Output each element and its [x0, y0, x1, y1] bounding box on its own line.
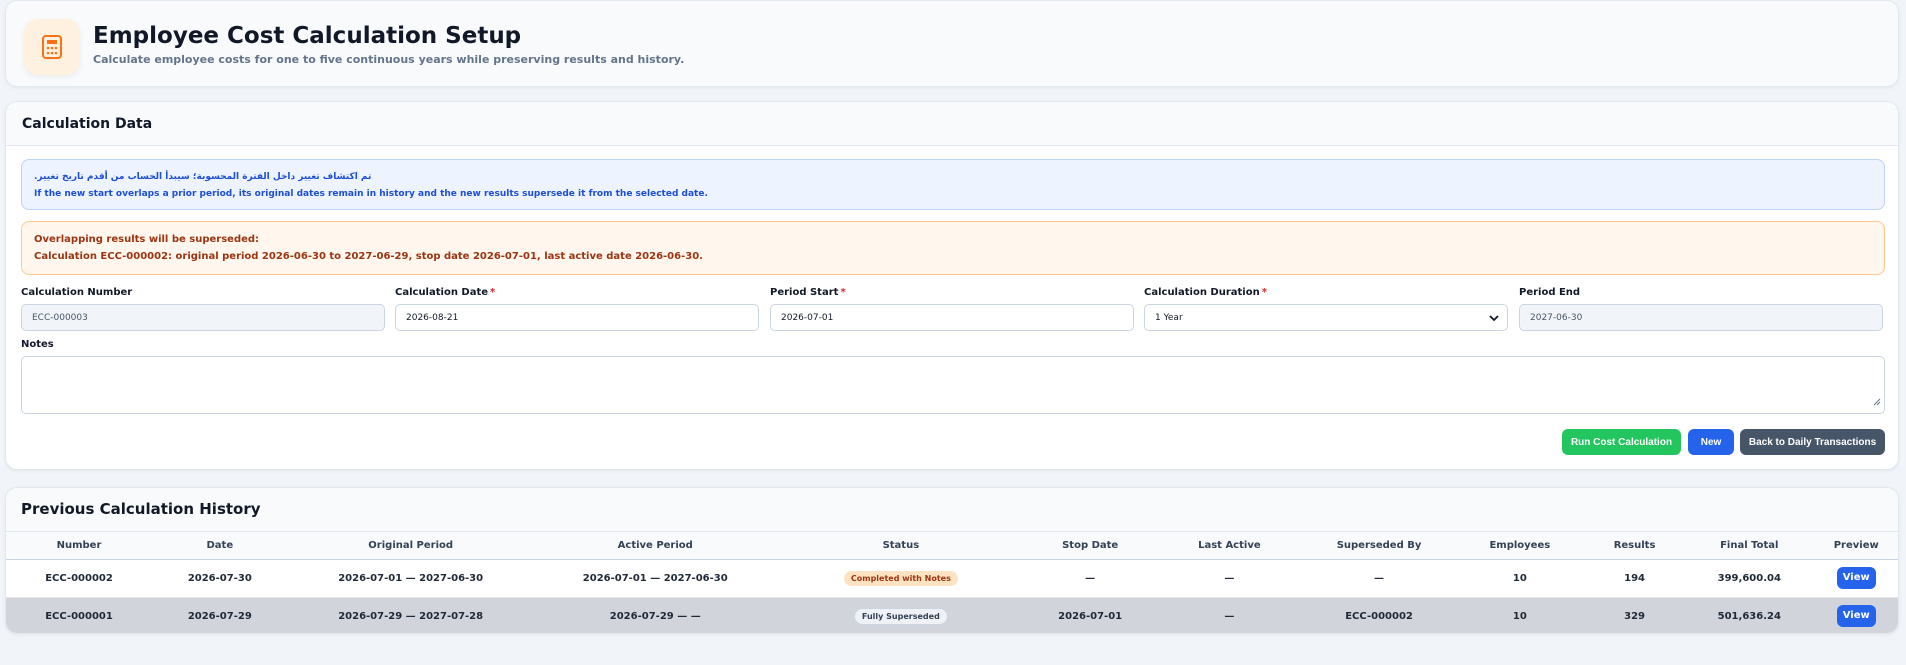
warning-detail: Calculation ECC-000002: original period … [34, 251, 703, 262]
cell-superseded-by: — [1303, 559, 1455, 598]
column-header: Date [152, 532, 288, 560]
view-button[interactable]: View [1836, 567, 1876, 589]
cell-results: 329 [1585, 597, 1685, 633]
info-line-english: If the new start overlaps a prior period… [34, 189, 708, 199]
calculation-duration-select[interactable]: 1 Year [1144, 304, 1508, 331]
required-mark: * [1261, 287, 1267, 298]
table-row: ECC-000002 2026-07-30 2026-07-01 — 2027-… [6, 559, 1898, 598]
warning-title: Overlapping results will be superseded: [34, 234, 260, 245]
calculation-number-value: ECC-000003 [32, 312, 88, 323]
column-header: Final Total [1684, 532, 1815, 560]
section-title: Calculation Data [22, 116, 153, 132]
status-badge: Fully Superseded [853, 607, 948, 625]
column-header: Status [776, 532, 1025, 560]
cell-superseded-by: ECC-000002 [1303, 597, 1455, 633]
page-header: Employee Cost Calculation Setup Calculat… [5, 0, 1899, 87]
period-start-field[interactable]: 2026-07-01 [770, 304, 1134, 331]
cell-last-active: — [1155, 559, 1304, 598]
page-title: Employee Cost Calculation Setup [93, 23, 522, 49]
column-header: Stop Date [1024, 532, 1156, 560]
cell-number: ECC-000001 [6, 597, 153, 633]
calculation-duration-label: Calculation Duration * [1144, 287, 1267, 298]
new-button[interactable]: New [1688, 429, 1734, 455]
page-subtitle: Calculate employee costs for one to five… [93, 53, 685, 66]
info-line-arabic: تم اكتشاف تغيير داخل الفترة المحسوبة؛ سي… [34, 172, 372, 182]
column-header: Results [1585, 532, 1685, 560]
calculation-number-field[interactable]: ECC-000003 [21, 304, 385, 331]
history-card: Previous Calculation History Number Date… [5, 487, 1899, 634]
period-start-label: Period Start * [770, 287, 846, 298]
history-table: Number Date Original Period Active Perio… [6, 532, 1898, 633]
cell-status: Completed with Notes [776, 559, 1025, 598]
cell-active-period: 2026-07-29 — — [533, 597, 777, 633]
period-end-field[interactable]: 2027-06-30 [1519, 304, 1883, 331]
column-header: Employees [1454, 532, 1586, 560]
cell-final-total: 399,600.04 [1684, 559, 1815, 598]
calculator-icon [24, 19, 80, 75]
column-header: Original Period [287, 532, 534, 560]
section-header: Calculation Data [6, 102, 1898, 146]
cell-stop-date: 2026-07-01 [1024, 597, 1156, 633]
cell-number: ECC-000002 [6, 559, 153, 598]
cell-results: 194 [1585, 559, 1685, 598]
cell-active-period: 2026-07-01 — 2027-06-30 [533, 559, 777, 598]
run-cost-calculation-button[interactable]: Run Cost Calculation [1562, 429, 1681, 455]
table-row: ECC-000001 2026-07-29 2026-07-29 — 2027-… [6, 597, 1898, 633]
calculation-duration-value: 1 Year [1155, 312, 1183, 323]
cell-date: 2026-07-29 [152, 597, 288, 633]
calculation-date-field[interactable]: 2026-08-21 [395, 304, 759, 331]
cell-original-period: 2026-07-29 — 2027-07-28 [287, 597, 534, 633]
calculation-data-card: Calculation Data تم اكتشاف تغيير داخل ال… [5, 101, 1899, 470]
notes-textarea[interactable] [21, 356, 1885, 414]
calculation-date-value: 2026-08-21 [406, 312, 459, 323]
view-button[interactable]: View [1836, 605, 1876, 627]
column-header: Preview [1814, 532, 1898, 560]
chevron-down-icon [1489, 313, 1499, 326]
status-badge: Completed with Notes [843, 570, 958, 586]
info-alert: تم اكتشاف تغيير داخل الفترة المحسوبة؛ سي… [21, 159, 1885, 210]
required-mark: * [840, 287, 846, 298]
column-header: Superseded By [1303, 532, 1455, 560]
back-to-daily-transactions-button[interactable]: Back to Daily Transactions [1740, 429, 1885, 455]
cell-date: 2026-07-30 [152, 559, 288, 598]
warning-alert: Overlapping results will be superseded: … [21, 221, 1885, 275]
cell-employees: 10 [1454, 559, 1586, 598]
column-header: Last Active [1155, 532, 1304, 560]
history-title: Previous Calculation History [21, 500, 261, 518]
notes-label: Notes [21, 339, 54, 350]
cell-preview: View [1814, 597, 1898, 633]
required-mark: * [490, 287, 496, 298]
table-header-row: Number Date Original Period Active Perio… [6, 532, 1898, 560]
cell-preview: View [1814, 559, 1898, 598]
history-header: Previous Calculation History [6, 488, 1898, 532]
column-header: Number [6, 532, 153, 560]
resize-grip-icon[interactable] [1873, 391, 1881, 410]
calculation-date-label: Calculation Date * [395, 287, 496, 298]
period-end-label: Period End [1519, 287, 1581, 298]
cell-stop-date: — [1024, 559, 1156, 598]
period-end-value: 2027-06-30 [1530, 312, 1583, 323]
cell-last-active: — [1155, 597, 1304, 633]
cell-original-period: 2026-07-01 — 2027-06-30 [287, 559, 534, 598]
cell-status: Fully Superseded [776, 597, 1025, 633]
cell-final-total: 501,636.24 [1684, 597, 1815, 633]
calculation-number-label: Calculation Number [21, 287, 133, 298]
column-header: Active Period [533, 532, 777, 560]
cell-employees: 10 [1454, 597, 1586, 633]
period-start-value: 2026-07-01 [781, 312, 834, 323]
